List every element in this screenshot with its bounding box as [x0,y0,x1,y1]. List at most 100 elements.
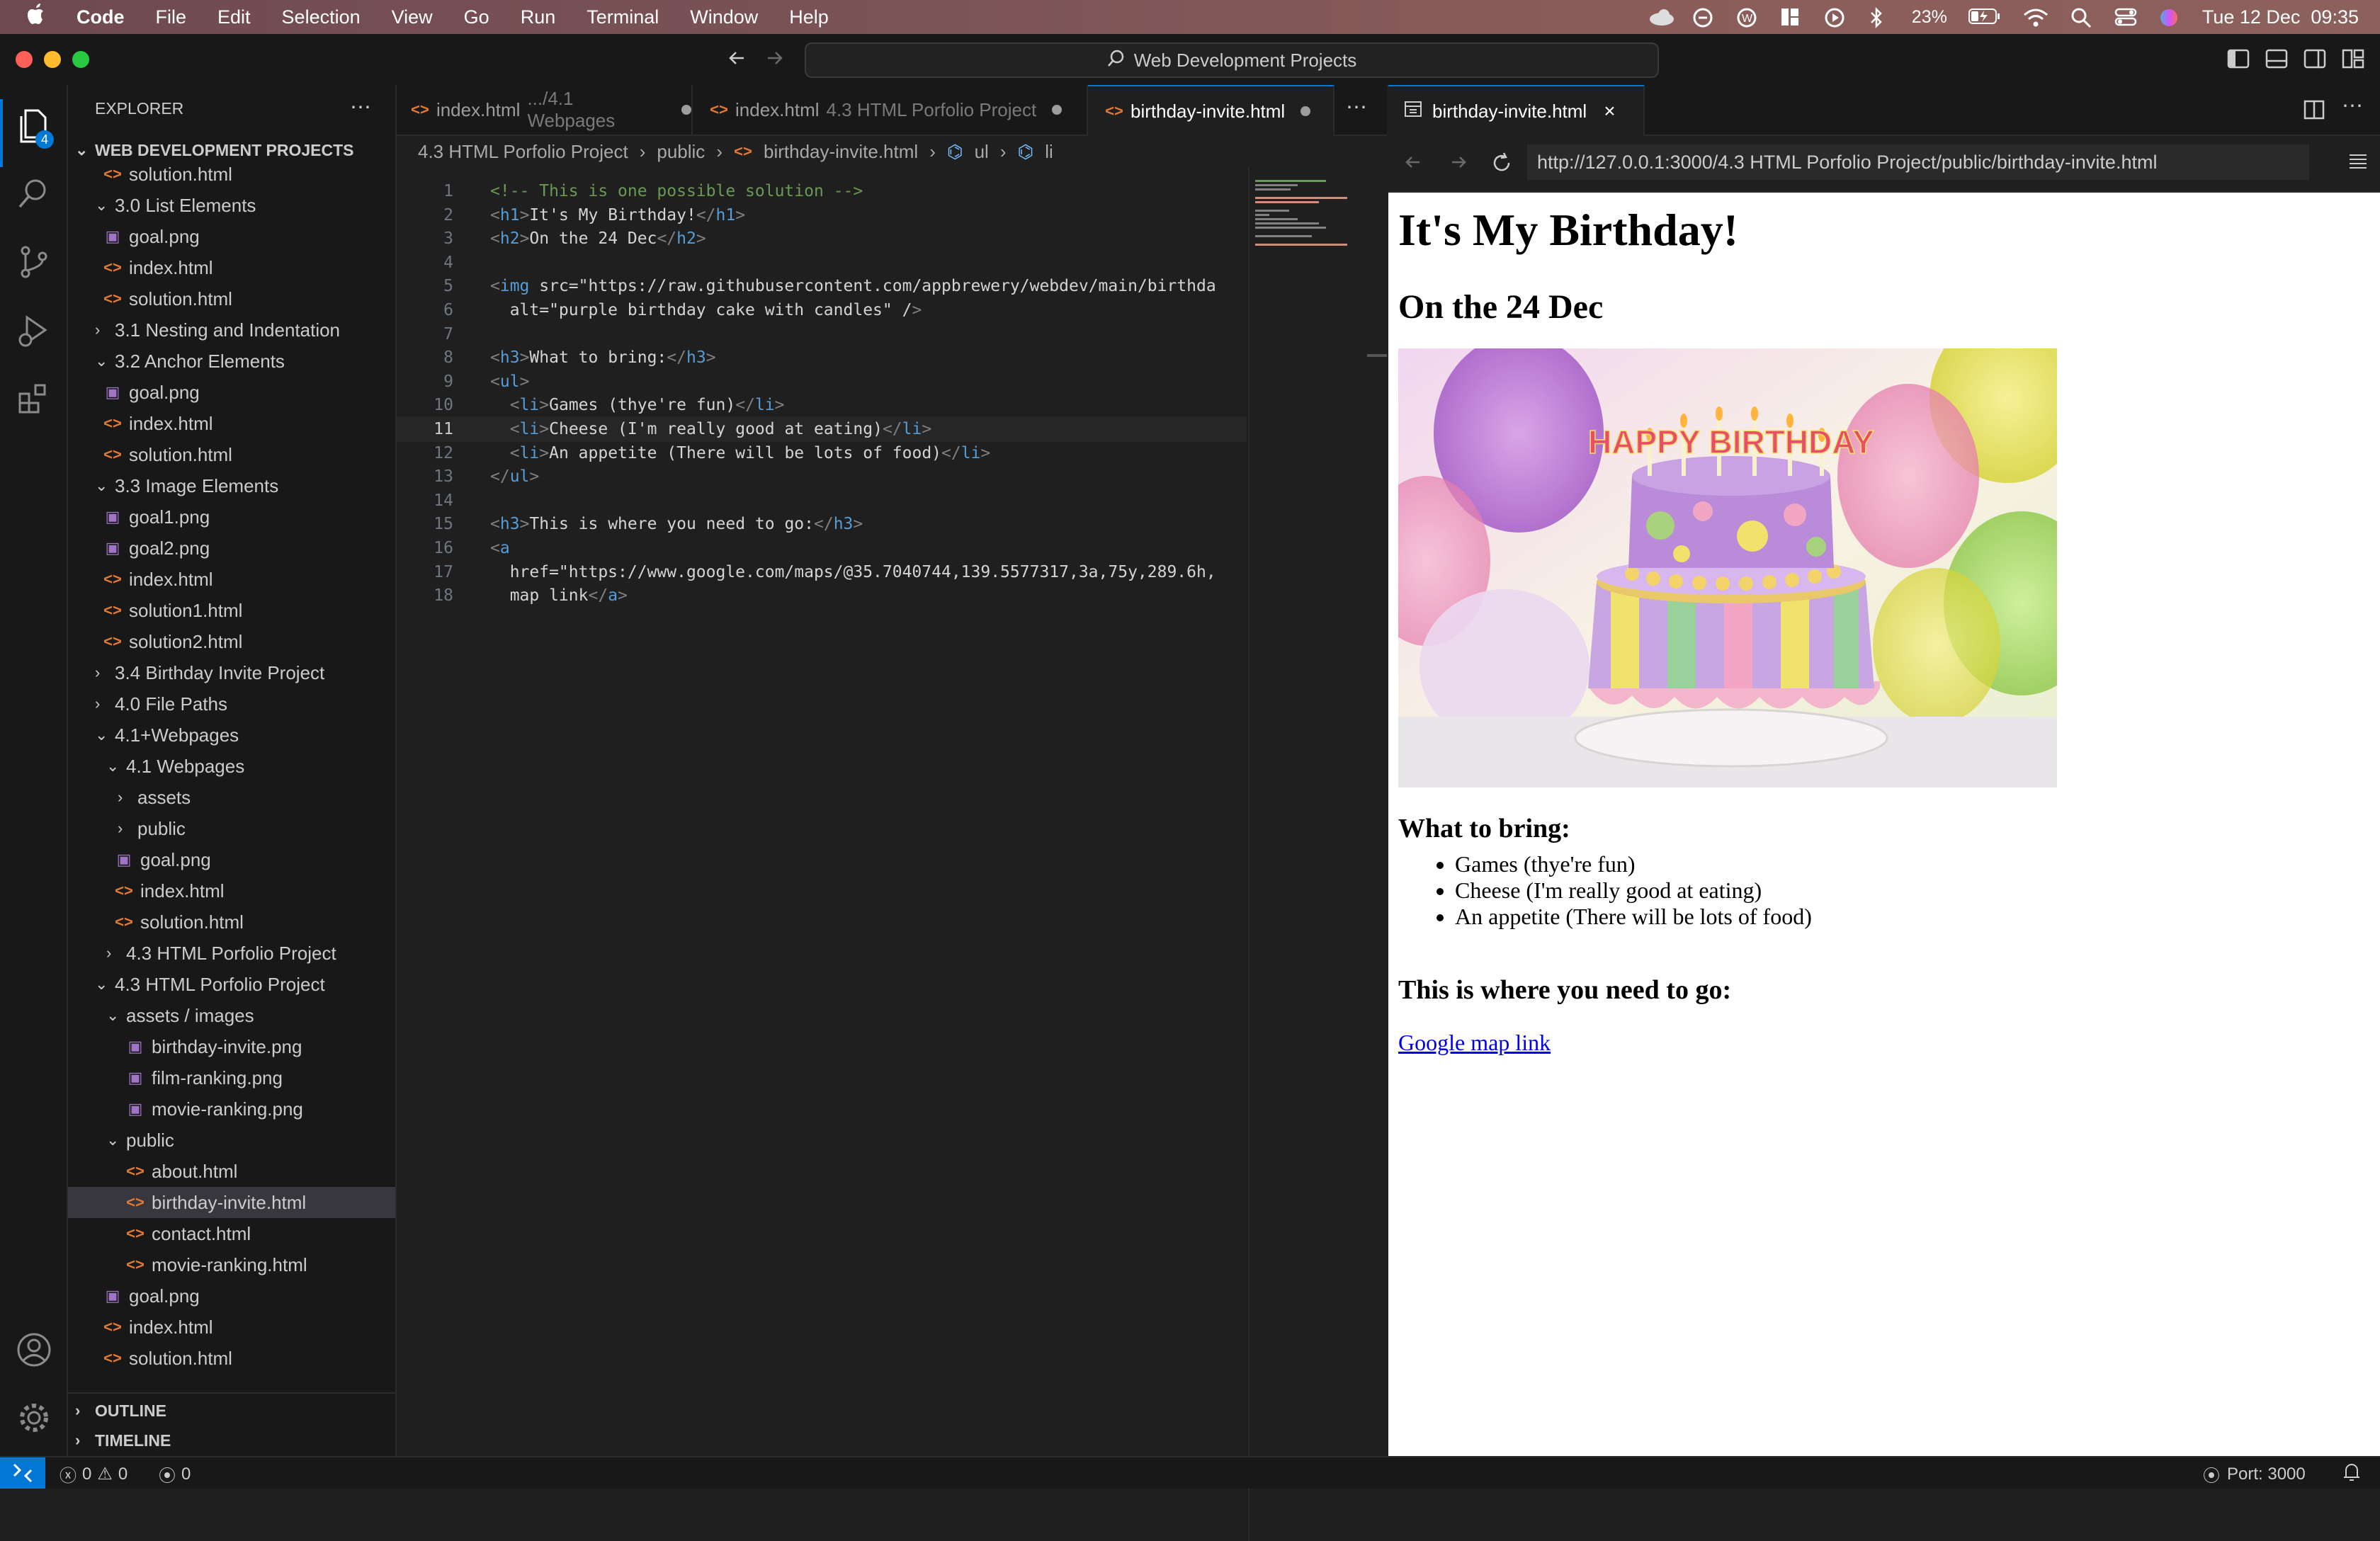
tree-file[interactable]: ▣ film-ranking.png [68,1062,395,1093]
tab-preview-birthday-invite[interactable]: birthday-invite.html × [1388,85,1645,136]
code-line[interactable]: 5 <img src="https://raw.githubusercontent… [397,273,1247,299]
split-editor-icon[interactable] [2304,99,2325,124]
tree-file[interactable]: <> index.html [68,875,395,906]
close-window-button[interactable] [16,51,33,68]
menu-go[interactable]: Go [464,6,489,28]
accounts-icon[interactable] [14,1330,54,1370]
menu-file[interactable]: File [156,6,187,28]
tree-file[interactable]: <> about.html [68,1156,395,1187]
code-line[interactable]: 16 <a [397,535,1247,561]
layout-icon[interactable] [1780,7,1803,27]
timeline-section[interactable]: › TIMELINE [68,1425,395,1456]
breadcrumb-ul[interactable]: ul [975,141,989,163]
play-circle-icon[interactable] [1824,7,1847,28]
breadcrumb-li[interactable]: li [1045,141,1053,163]
menu-run[interactable]: Run [521,6,556,28]
problems-indicator[interactable]: ⓧ 0 ⚠ 0 [60,1462,128,1486]
outline-section[interactable]: › OUTLINE [68,1395,395,1426]
forward-arrow-icon[interactable] [764,45,785,74]
tree-folder[interactable]: ⌄ 4.3 HTML Porfolio Project [68,969,395,1000]
tree-folder[interactable]: ⌄ 3.3 Image Elements [68,470,395,501]
tab-overflow-icon[interactable]: ⋯ [1346,95,1367,120]
code-line[interactable]: 18 map link</a> [397,583,1247,608]
tree-file[interactable]: ▣ goal2.png [68,533,395,564]
zoom-window-button[interactable] [72,51,89,68]
tree-file[interactable]: <> solution.html [68,906,395,938]
tree-file[interactable]: <> solution1.html [68,595,395,626]
tree-folder[interactable]: ⌄ 3.0 List Elements [68,190,395,221]
tree-file[interactable]: <> solution2.html [68,626,395,657]
close-tab-icon[interactable]: × [1604,100,1615,123]
tree-file[interactable]: <> solution.html [68,283,395,314]
code-line[interactable]: 11 <li>Cheese (I'm really good at eating… [397,416,1247,442]
tree-file[interactable]: <> index.html [68,408,395,439]
menu-view[interactable]: View [392,6,433,28]
address-input[interactable]: http://127.0.0.1:3000/4.3 HTML Porfolio … [1527,144,2309,180]
tree-file[interactable]: <> solution.html [68,159,395,190]
control-center-icon[interactable] [2114,7,2137,27]
wordpress-icon[interactable]: W [1736,7,1759,28]
source-control-icon[interactable] [14,242,54,282]
toggle-panel-icon[interactable] [2265,48,2289,73]
back-arrow-icon[interactable] [727,45,748,74]
code-area[interactable]: 1 <!-- This is one possible solution --> 2… [397,178,1247,674]
tree-file[interactable]: <> index.html [68,252,395,283]
toggle-secondary-sidebar-icon[interactable] [2304,48,2328,73]
customize-layout-icon[interactable] [2342,48,2366,73]
tree-file[interactable]: ▣ goal.png [68,377,395,408]
tree-file[interactable]: ▣ movie-ranking.png [68,1093,395,1125]
code-line[interactable]: 1 <!-- This is one possible solution --> [397,178,1247,204]
google-map-link[interactable]: Google map link [1398,1030,1551,1056]
tree-folder[interactable]: › 4.3 HTML Porfolio Project [68,938,395,969]
run-debug-icon[interactable] [14,310,54,350]
code-line[interactable]: 15 <h3>This is where you need to go:</h3> [397,511,1247,537]
unsaved-dot-icon[interactable] [1052,105,1062,115]
search-view-icon[interactable] [14,174,54,214]
bluetooth-icon[interactable] [1868,6,1891,29]
live-server-port[interactable]: ⦿ Port: 3000 [2203,1462,2306,1486]
tree-folder[interactable]: ⌄ 4.1 Webpages [68,751,395,782]
extensions-icon[interactable] [14,378,54,418]
breadcrumb-public[interactable]: public [657,141,705,163]
code-line[interactable]: 6 alt="purple birthday cake with candles… [397,297,1247,323]
manage-gear-icon[interactable] [14,1398,54,1438]
tree-file[interactable]: <> birthday-invite.html [68,1187,395,1218]
siri-icon[interactable] [2158,7,2181,27]
code-line[interactable]: 13 </ul> [397,464,1247,489]
forward-arrow-icon[interactable] [1448,152,1469,176]
tree-folder[interactable]: ⌄ 4.1+Webpages [68,720,395,751]
minimize-window-button[interactable] [44,51,61,68]
code-line[interactable]: 10 <li>Games (thye're fun)</li> [397,392,1247,418]
unsaved-dot-icon[interactable] [1300,106,1311,116]
minimap[interactable] [1248,167,1356,1541]
command-center-search[interactable]: Web Development Projects [805,42,1659,78]
more-actions-icon[interactable]: ⋯ [2342,93,2363,118]
wifi-icon[interactable] [2022,7,2049,27]
unsaved-dot-icon[interactable] [681,105,691,115]
tree-file[interactable]: ▣ goal1.png [68,501,395,533]
tree-file[interactable]: <> solution.html [68,1343,395,1374]
code-line[interactable]: 3 <h2>On the 24 Dec</h2> [397,226,1247,251]
more-actions-icon[interactable]: ⋯ [350,95,373,120]
code-line[interactable]: 2 <h1>It's My Birthday!</h1> [397,203,1247,228]
tree-folder[interactable]: › assets [68,782,395,813]
tree-folder[interactable]: ⌄ public [68,1125,395,1156]
menu-help[interactable]: Help [789,6,829,28]
explorer-icon[interactable]: 4 [14,106,54,149]
tree-file[interactable]: <> index.html [68,564,395,595]
tree-folder[interactable]: › 4.0 File Paths [68,688,395,720]
tree-file[interactable]: <> solution.html [68,439,395,470]
menu-terminal[interactable]: Terminal [586,6,659,28]
tab-birthday-invite[interactable]: <> birthday-invite.html [1088,85,1334,136]
tree-file[interactable]: ▣ birthday-invite.png [68,1031,395,1062]
apple-icon[interactable] [27,3,47,31]
code-line[interactable]: 4 [397,250,1247,275]
menu-selection[interactable]: Selection [282,6,361,28]
battery-icon[interactable] [1968,7,2001,27]
code-line[interactable]: 8 <h3>What to bring:</h3> [397,345,1247,370]
tree-folder[interactable]: › 3.4 Birthday Invite Project [68,657,395,688]
remote-indicator[interactable] [0,1457,45,1489]
tree-file[interactable]: <> movie-ranking.html [68,1249,395,1280]
tree-folder[interactable]: › public [68,813,395,844]
tab-index-webpages[interactable]: <> index.html .../4.1 Webpages [397,85,693,135]
